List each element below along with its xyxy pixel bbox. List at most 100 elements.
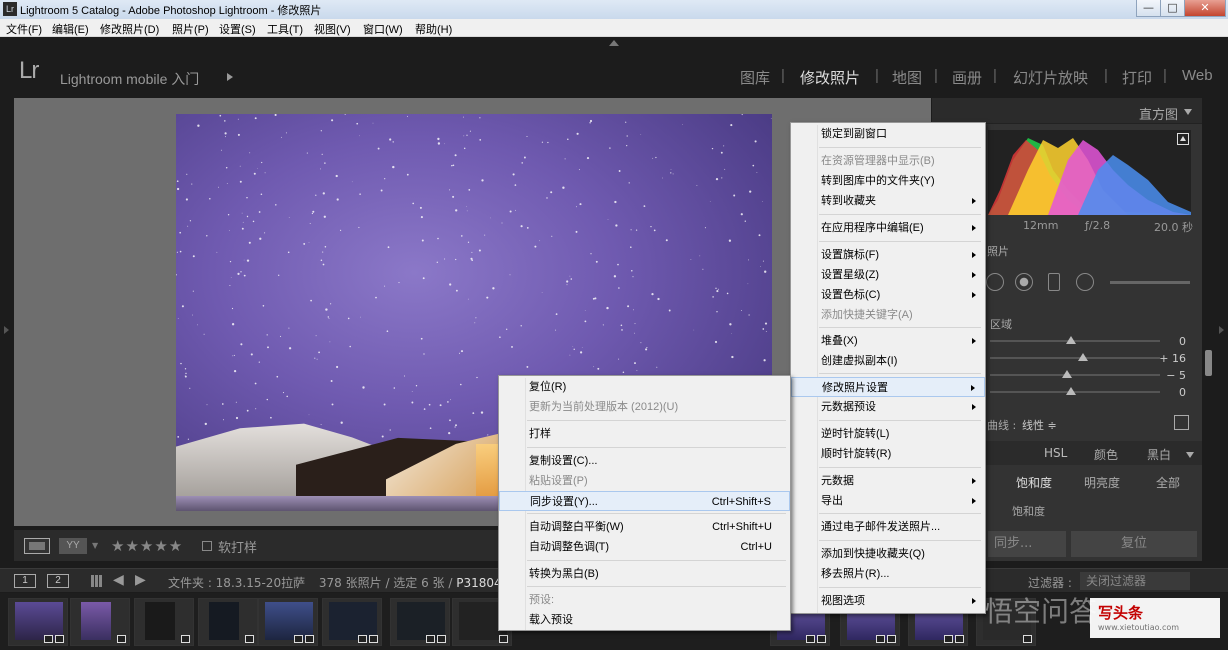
filmstrip-thumb[interactable] xyxy=(390,598,450,646)
submenu-item[interactable]: 复制设置(C)... xyxy=(499,451,790,471)
filmstrip-thumb[interactable] xyxy=(70,598,130,646)
close-button[interactable]: ✕ xyxy=(1184,0,1226,17)
context-menu-item-label: 在应用程序中编辑(E) xyxy=(821,222,924,234)
chevron-down-icon[interactable]: ▼ xyxy=(92,541,98,550)
graduated-filter-icon[interactable] xyxy=(1048,273,1060,291)
right-panel-toggle-icon[interactable] xyxy=(1219,326,1224,334)
curve-preset-select[interactable]: 线性 ≑ xyxy=(1022,417,1057,433)
module-print[interactable]: 打印 xyxy=(1122,67,1152,88)
tab-hsl[interactable]: HSL xyxy=(1044,446,1067,460)
filter-select[interactable]: 关闭过滤器 xyxy=(1080,572,1190,590)
subtab-luminance[interactable]: 明亮度 xyxy=(1084,474,1120,491)
module-web[interactable]: Web xyxy=(1182,67,1213,84)
context-menu-item[interactable]: 锁定到副窗口 xyxy=(791,124,985,144)
folder-text: 文件夹 : 18.3.15-20拉萨 xyxy=(168,576,306,590)
context-menu-item[interactable]: 创建虚拟副本(I) xyxy=(791,351,985,371)
left-panel-toggle-icon[interactable] xyxy=(4,326,9,334)
forward-arrow-icon[interactable]: ▶ xyxy=(135,572,146,588)
context-menu-item[interactable]: 元数据预设 xyxy=(791,397,985,417)
soft-proof-checkbox[interactable] xyxy=(202,541,212,551)
submenu-item-label: 复制设置(C)... xyxy=(529,455,598,467)
filmstrip-thumb[interactable] xyxy=(198,598,258,646)
context-menu-item[interactable]: 堆叠(X) xyxy=(791,331,985,351)
soft-proof-label: 软打样 xyxy=(218,541,258,556)
context-menu-item[interactable]: 视图选项 xyxy=(791,591,985,611)
context-menu-item[interactable]: 设置星级(Z) xyxy=(791,265,985,285)
tone-slider-1[interactable] xyxy=(990,336,1160,344)
submenu-item[interactable]: 自动调整色调(T) Ctrl+U xyxy=(499,537,790,557)
minimize-button[interactable]: — xyxy=(1136,0,1161,17)
menu-help[interactable]: 帮助(H) xyxy=(415,21,452,37)
identity-plate-text[interactable]: Lightroom mobile 入门 xyxy=(60,69,199,89)
menu-edit[interactable]: 编辑(E) xyxy=(52,21,89,37)
module-map[interactable]: 地图 xyxy=(892,67,922,88)
maximize-button[interactable]: □ xyxy=(1160,0,1185,17)
grid-view-icon[interactable] xyxy=(91,575,103,587)
crop-tool-icon[interactable] xyxy=(986,273,1004,291)
menu-settings[interactable]: 设置(S) xyxy=(219,21,256,37)
module-slideshow[interactable]: 幻灯片放映 xyxy=(1013,67,1088,88)
module-book[interactable]: 画册 xyxy=(952,67,982,88)
submenu-item[interactable]: 复位(R) xyxy=(499,377,790,397)
tone-slider-2[interactable] xyxy=(990,353,1160,361)
filmstrip-thumb[interactable] xyxy=(258,598,318,646)
menu-develop[interactable]: 修改照片(D) xyxy=(100,21,159,37)
subtab-saturation[interactable]: 饱和度 xyxy=(1016,474,1052,491)
tab-color[interactable]: 颜色 xyxy=(1094,446,1118,463)
context-menu-item[interactable]: 修改照片设置 xyxy=(791,377,985,397)
rating-stars[interactable]: ★★★★★ xyxy=(111,537,183,555)
sync-button[interactable]: 同步... xyxy=(988,531,1066,557)
menu-tools[interactable]: 工具(T) xyxy=(267,21,303,37)
tone-slider-4[interactable] xyxy=(990,387,1160,395)
context-menu-item[interactable]: 元数据 xyxy=(791,471,985,491)
radial-filter-icon[interactable] xyxy=(1076,273,1094,291)
submenu-item[interactable]: 同步设置(Y)... Ctrl+Shift+S xyxy=(499,491,790,511)
reset-button[interactable]: 复位 xyxy=(1071,531,1197,557)
highlight-clipping-icon[interactable] xyxy=(1177,133,1189,145)
collapse-icon[interactable] xyxy=(1186,452,1194,458)
context-menu-item[interactable]: 导出 xyxy=(791,491,985,511)
context-menu-item[interactable]: 在应用程序中编辑(E) xyxy=(791,218,985,238)
spot-removal-icon[interactable] xyxy=(1015,273,1033,291)
loupe-view-button[interactable] xyxy=(24,538,50,554)
menu-view[interactable]: 视图(V) xyxy=(314,21,351,37)
context-menu-item[interactable]: 通过电子邮件发送照片... xyxy=(791,517,985,537)
context-menu-item[interactable]: 转到收藏夹 xyxy=(791,191,985,211)
tone-slider-3[interactable] xyxy=(990,370,1160,378)
submenu-item[interactable]: 转换为黑白(B) xyxy=(499,564,790,584)
module-library[interactable]: 图库 xyxy=(740,67,770,88)
filmstrip-thumb[interactable] xyxy=(322,598,382,646)
context-menu-item[interactable]: 逆时针旋转(L) xyxy=(791,424,985,444)
back-arrow-icon[interactable]: ◀ xyxy=(113,572,124,588)
submenu-item[interactable]: 打样 xyxy=(499,424,790,444)
identity-expand-icon[interactable] xyxy=(227,73,233,81)
context-menu-item[interactable]: 转到图库中的文件夹(Y) xyxy=(791,171,985,191)
menu-separator xyxy=(527,586,786,587)
before-after-button[interactable]: YY xyxy=(59,538,87,554)
histogram-header[interactable]: 直方图 xyxy=(932,98,1202,124)
filmstrip-thumb[interactable] xyxy=(8,598,68,646)
module-separator: | xyxy=(875,67,879,84)
submenu-item[interactable]: 载入预设 xyxy=(499,610,790,630)
menu-photo[interactable]: 照片(P) xyxy=(172,21,209,37)
submenu-item[interactable]: 自动调整白平衡(W) Ctrl+Shift+U xyxy=(499,517,790,537)
filmstrip-thumb[interactable] xyxy=(134,598,194,646)
subtab-all[interactable]: 全部 xyxy=(1156,474,1180,491)
collapse-icon[interactable] xyxy=(1184,109,1192,115)
right-panel-scrollbar[interactable] xyxy=(1205,350,1212,376)
context-menu-item[interactable]: 设置色标(C) xyxy=(791,285,985,305)
brush-slider[interactable] xyxy=(1110,281,1190,284)
menu-window[interactable]: 窗口(W) xyxy=(363,21,403,37)
secondary-display-button[interactable]: 2 xyxy=(47,574,69,588)
context-menu-item[interactable]: 添加到快捷收藏夹(Q) xyxy=(791,544,985,564)
module-develop[interactable]: 修改照片 xyxy=(800,67,860,88)
menu-file[interactable]: 文件(F) xyxy=(6,21,42,37)
context-menu-item[interactable]: 移去照片(R)... xyxy=(791,564,985,584)
tab-bw[interactable]: 黑白 xyxy=(1147,446,1171,463)
top-panel-toggle-icon[interactable] xyxy=(609,40,619,46)
source-info[interactable]: 文件夹 : 18.3.15-20拉萨 378 张照片 / 选定 6 张 / P3… xyxy=(168,574,517,591)
context-menu-item[interactable]: 顺时针旋转(R) xyxy=(791,444,985,464)
point-curve-icon[interactable] xyxy=(1174,415,1189,430)
primary-display-button[interactable]: 1 xyxy=(14,574,36,588)
context-menu-item[interactable]: 设置旗标(F) xyxy=(791,245,985,265)
